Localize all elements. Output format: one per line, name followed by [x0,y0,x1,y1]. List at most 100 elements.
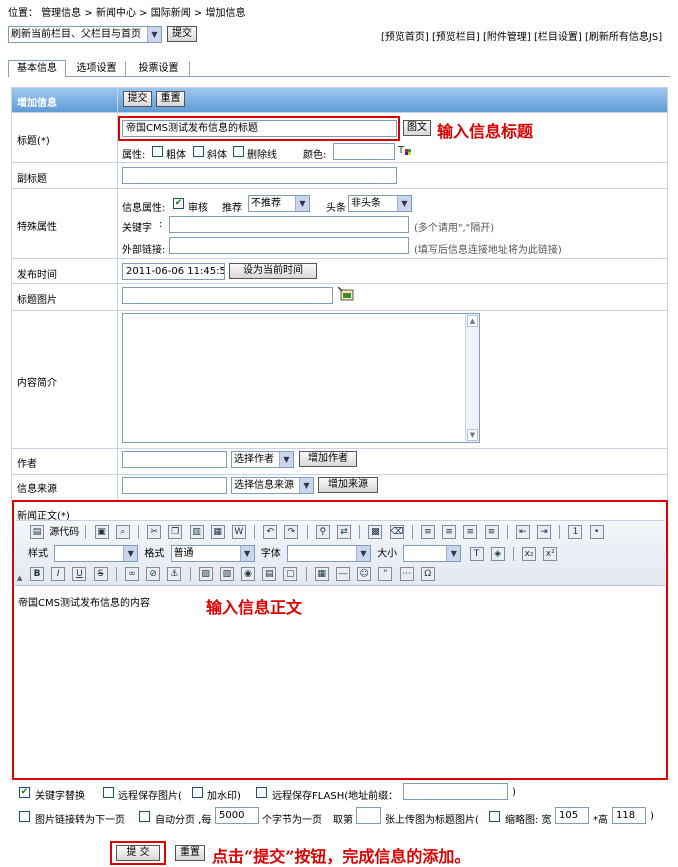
media-icon[interactable]: ◉ [241,567,256,581]
format-select[interactable]: 普通 ▼ [170,545,255,562]
replace-icon[interactable]: ⇄ [337,525,351,539]
thumb-width-input[interactable]: 105 [555,807,589,824]
strike-checkbox[interactable] [233,146,244,157]
anchor-icon[interactable]: ⚓ [167,567,182,581]
breadcrumb-item[interactable]: 国际新闻 [151,8,191,19]
file-icon[interactable]: ▤ [262,567,277,581]
color-input[interactable] [333,143,395,160]
indent-icon[interactable]: ⇥ [537,525,552,539]
style-select[interactable]: ▼ [54,545,139,562]
remove-format-icon[interactable]: ⌫ [389,525,404,539]
redo-icon[interactable]: ↷ [284,525,299,539]
tab-vote[interactable]: 投票设置 [128,61,190,76]
set-current-time-button[interactable]: 设为当前时间 [229,263,317,279]
link-icon[interactable]: ∞ [124,567,139,581]
scroll-down-icon[interactable]: ▼ [467,429,478,441]
breadcrumb-item[interactable]: 管理信息 [41,8,81,19]
source-input[interactable] [122,477,227,494]
page-icon[interactable]: ▢ [283,567,298,581]
italic-checkbox[interactable] [193,146,204,157]
summary-textarea[interactable]: ▲ ▼ [122,313,480,443]
tab-basic[interactable]: 基本信息 [8,60,66,77]
align-center-icon[interactable]: ≡ [442,525,457,539]
recommend-select[interactable]: 不推荐 ▼ [248,195,310,212]
source-code-button[interactable]: 源代码 [49,527,79,538]
preview-column-link[interactable]: [预览栏目] [432,32,480,43]
text-color-icon[interactable]: T [469,546,484,561]
align-justify-icon[interactable]: ≡ [484,525,499,539]
select-all-icon[interactable]: ▩ [368,525,383,539]
subtitle-input[interactable] [122,167,397,184]
header-submit-button[interactable]: 提交 [123,91,152,107]
smiley-icon[interactable]: ☺ [357,567,372,581]
quote-icon[interactable]: “ [378,567,393,581]
auto-page-checkbox[interactable] [139,811,150,822]
scroll-up-icon[interactable]: ▲ [467,315,478,327]
special-char-icon[interactable]: Ω [420,567,435,581]
copy-icon[interactable]: ❐ [168,525,183,539]
title-pic-button[interactable]: 图文 [403,120,431,136]
preview-icon[interactable]: ⌕ [115,525,130,539]
editor-content[interactable]: 帝国CMS测试发布信息的内容 [15,586,665,776]
add-source-button[interactable]: 增加来源 [318,477,378,493]
paste-icon[interactable]: ▥ [189,525,204,539]
pubtime-input[interactable]: 2011-06-06 11:45:57 [122,263,225,280]
flash-prefix-input[interactable] [403,783,508,800]
attachment-link[interactable]: [附件管理] [483,32,531,43]
bold-checkbox[interactable] [152,146,163,157]
breadcrumb-item[interactable]: 增加信息 [205,8,245,19]
author-select[interactable]: 选择作者 ▼ [231,451,294,468]
link-input[interactable] [169,237,409,254]
bold-icon[interactable]: B [30,567,44,581]
audit-checkbox[interactable]: ✔ [173,198,184,209]
remote-save-checkbox[interactable] [103,787,114,798]
reset-button[interactable]: 重置 [175,845,205,861]
image-icon[interactable]: ▨ [198,567,213,581]
undo-icon[interactable]: ↶ [263,525,278,539]
flash-icon[interactable]: ▧ [219,567,234,581]
italic-icon[interactable]: I [51,567,66,581]
toolbar-collapse-icon[interactable]: ▲ [17,574,22,582]
page-chars-input[interactable]: 5000 [215,807,259,824]
cut-icon[interactable]: ✂ [147,525,162,539]
refresh-submit-button[interactable]: 提交 [167,26,197,42]
thumb-checkbox[interactable] [489,811,500,822]
table-icon[interactable]: ▦ [314,567,329,581]
size-select[interactable]: ▼ [403,545,462,562]
ordered-list-icon[interactable]: 1 [568,525,583,539]
column-settings-link[interactable]: [栏目设置] [534,32,582,43]
header-reset-button[interactable]: 重置 [156,91,185,107]
align-right-icon[interactable]: ≡ [463,525,478,539]
hr-icon[interactable]: ― [336,567,350,581]
preview-home-link[interactable]: [预览首页] [381,32,429,43]
pic-next-checkbox[interactable] [19,811,30,822]
take-input[interactable] [356,807,381,824]
refresh-select[interactable]: 刷新当前栏目、父栏目与首页 ▼ [8,26,162,43]
titlepic-input[interactable] [122,287,333,304]
font-select[interactable]: ▼ [286,545,371,562]
add-author-button[interactable]: 增加作者 [299,451,357,467]
image-browse-icon[interactable] [337,286,354,301]
refresh-js-link[interactable]: [刷新所有信息JS] [585,32,662,43]
keyword-replace-checkbox[interactable]: ✔ [19,787,30,798]
unordered-list-icon[interactable]: • [589,525,604,539]
underline-icon[interactable]: U [72,567,87,581]
source-select[interactable]: 选择信息来源 ▼ [231,477,314,494]
summary-scrollbar[interactable]: ▲ ▼ [465,314,479,442]
strikethrough-icon[interactable]: S [93,567,108,581]
keyword-input[interactable] [169,216,409,233]
paste-word-icon[interactable]: W [231,525,246,539]
remote-flash-checkbox[interactable] [256,787,267,798]
align-left-icon[interactable]: ≡ [420,525,435,539]
superscript-icon[interactable]: x² [543,546,558,561]
watermark-checkbox[interactable] [192,787,203,798]
find-icon[interactable]: ⚲ [315,525,330,539]
save-icon[interactable]: ▣ [94,525,109,539]
submit-button[interactable]: 提 交 [116,845,160,861]
breadcrumb-item[interactable]: 新闻中心 [96,8,136,19]
page-break-icon[interactable]: ⋯ [399,567,414,581]
paste-text-icon[interactable]: ▦ [210,525,225,539]
thumb-height-input[interactable]: 118 [612,807,646,824]
tab-options[interactable]: 选项设置 [68,61,126,76]
headline-select[interactable]: 非头条 ▼ [348,195,412,212]
